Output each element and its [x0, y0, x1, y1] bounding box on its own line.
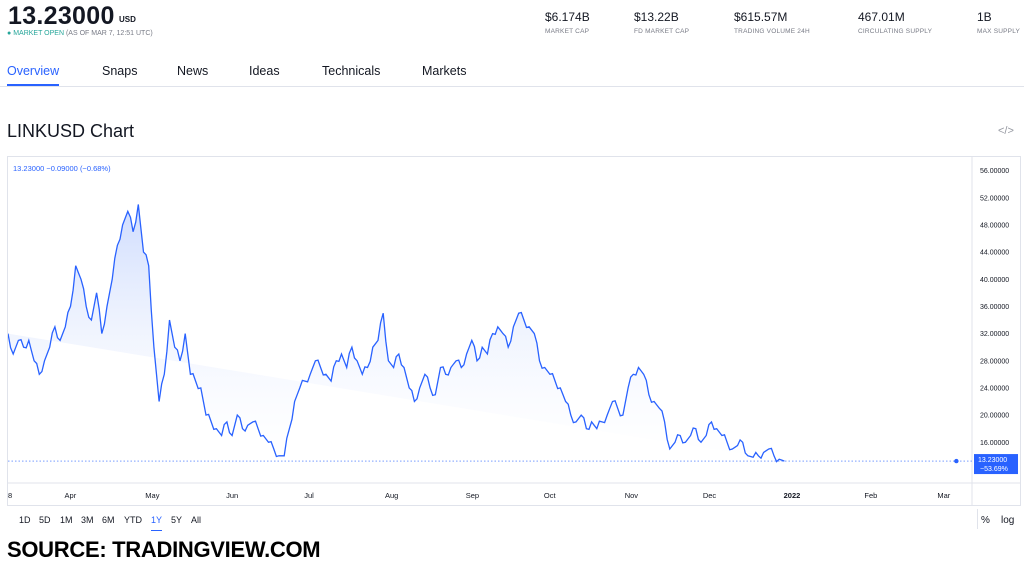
tab-ideas[interactable]: Ideas: [249, 64, 280, 78]
code-icon[interactable]: </>: [998, 125, 1014, 137]
price-tick-label: 40.00000: [980, 277, 1009, 284]
price-tick-label: 32.00000: [980, 331, 1009, 338]
range-3m-button[interactable]: 3M: [81, 515, 94, 525]
stat-trading-volume: $615.57M TRADING VOLUME 24H: [734, 10, 810, 35]
time-tick-label: 2022: [784, 491, 801, 500]
stat-value: $615.57M: [734, 10, 788, 24]
symbol-tabs: Overview Snaps News Ideas Technicals Mar…: [0, 58, 1024, 87]
range-divider: [977, 509, 978, 529]
time-tick-label: Oct: [544, 491, 557, 500]
active-range-indicator: [151, 530, 162, 531]
tab-technicals[interactable]: Technicals: [322, 64, 380, 78]
time-tick-label: Jun: [226, 491, 238, 500]
stat-label: MARKET CAP: [545, 28, 590, 35]
time-tick-label: Feb: [864, 491, 877, 500]
stat-label: CIRCULATING SUPPLY: [858, 28, 933, 35]
stat-value: $6.174B: [545, 10, 590, 24]
time-tick-label: Sep: [466, 491, 479, 500]
range-all-button[interactable]: All: [191, 515, 201, 525]
chart-title: LINKUSD Chart: [7, 121, 135, 141]
time-tick-label: Jul: [304, 491, 314, 500]
status-time: (AS OF MAR 7, 12:51 UTC): [65, 30, 153, 37]
active-tab-indicator: [7, 84, 59, 86]
price-tick-label: 44.00000: [980, 250, 1009, 257]
price-tick-label: 48.00000: [980, 222, 1009, 229]
stat-label: MAX SUPPLY: [977, 28, 1021, 35]
time-tick-label: Mar: [937, 491, 950, 500]
stat-value: 1B: [977, 10, 992, 24]
range-ytd-button[interactable]: YTD: [124, 515, 142, 525]
tab-markets[interactable]: Markets: [422, 64, 466, 78]
current-price: 13.23000: [8, 2, 115, 30]
range-5d-button[interactable]: 5D: [39, 515, 51, 525]
stat-market-cap: $6.174B MARKET CAP: [545, 10, 590, 35]
price-tick-label: 20.00000: [980, 413, 1009, 420]
time-tick-label: Dec: [703, 491, 717, 500]
price-tick-label: 28.00000: [980, 358, 1009, 365]
market-open-label: MARKET OPEN: [13, 30, 65, 37]
stat-label: TRADING VOLUME 24H: [734, 28, 810, 35]
symbol-header: 13.23000 USD ● MARKET OPEN (AS OF MAR 7,…: [0, 0, 1024, 48]
stat-value: 467.01M: [858, 10, 905, 24]
percent-scale-toggle[interactable]: %: [981, 515, 990, 526]
time-tick-label: Aug: [385, 491, 398, 500]
log-scale-toggle[interactable]: log: [1001, 515, 1014, 526]
time-tick-label: May: [145, 491, 159, 500]
price-tick-label: 24.00000: [980, 385, 1009, 392]
range-1d-button[interactable]: 1D: [19, 515, 31, 525]
range-5y-button[interactable]: 5Y: [171, 515, 182, 525]
stat-circulating-supply: 467.01M CIRCULATING SUPPLY: [858, 10, 932, 35]
time-axis[interactable]: 8 Apr May Jun Jul Aug Sep Oct Nov Dec 2022 Feb Mar: [8, 491, 951, 500]
tab-news[interactable]: News: [177, 64, 208, 78]
price-tick-label: 36.00000: [980, 304, 1009, 311]
last-price-change: −53.69%: [980, 466, 1008, 473]
time-tick-label: Apr: [65, 491, 77, 500]
range-1y-button[interactable]: 1Y: [151, 515, 162, 525]
stat-value: $13.22B: [634, 10, 679, 24]
time-tick-label: Nov: [625, 491, 639, 500]
last-price-dot: [954, 458, 959, 464]
range-6m-button[interactable]: 6M: [102, 515, 115, 525]
price-area-fill: [8, 204, 785, 462]
tab-overview[interactable]: Overview: [7, 64, 59, 78]
source-caption: SOURCE: TRADINGVIEW.COM: [7, 537, 321, 562]
price-chart[interactable]: 56.00000 52.00000 48.00000 44.00000 40.00000…: [7, 156, 1021, 506]
tab-snaps[interactable]: Snaps: [102, 64, 137, 78]
price-axis[interactable]: 56.00000 52.00000 48.00000 44.00000 40.00000…: [980, 168, 1009, 447]
status-dot-icon: ●: [7, 30, 12, 37]
market-status: ● MARKET OPEN (AS OF MAR 7, 12:51 UTC): [7, 30, 153, 37]
stat-max-supply: 1B MAX SUPPLY: [977, 10, 1020, 35]
price-tick-label: 16.00000: [980, 440, 1009, 447]
stat-label: FD MARKET CAP: [634, 28, 690, 35]
range-selector: 1D 5D 1M 3M 6M YTD 1Y 5Y All % log: [7, 506, 1021, 532]
stat-fd-market-cap: $13.22B FD MARKET CAP: [634, 10, 689, 35]
time-tick-label: 8: [8, 491, 12, 500]
chart-legend: 13.23000 −0.09000 (−0.68%): [13, 164, 111, 173]
range-1m-button[interactable]: 1M: [60, 515, 73, 525]
last-price-label: 13.23000 −53.69%: [974, 454, 1018, 475]
price-currency: USD: [119, 15, 136, 24]
last-price-value: 13.23000: [978, 457, 1007, 464]
price-tick-label: 56.00000: [980, 168, 1009, 175]
price-tick-label: 52.00000: [980, 195, 1009, 202]
chart-canvas[interactable]: 56.00000 52.00000 48.00000 44.00000 40.00000…: [8, 157, 1020, 505]
